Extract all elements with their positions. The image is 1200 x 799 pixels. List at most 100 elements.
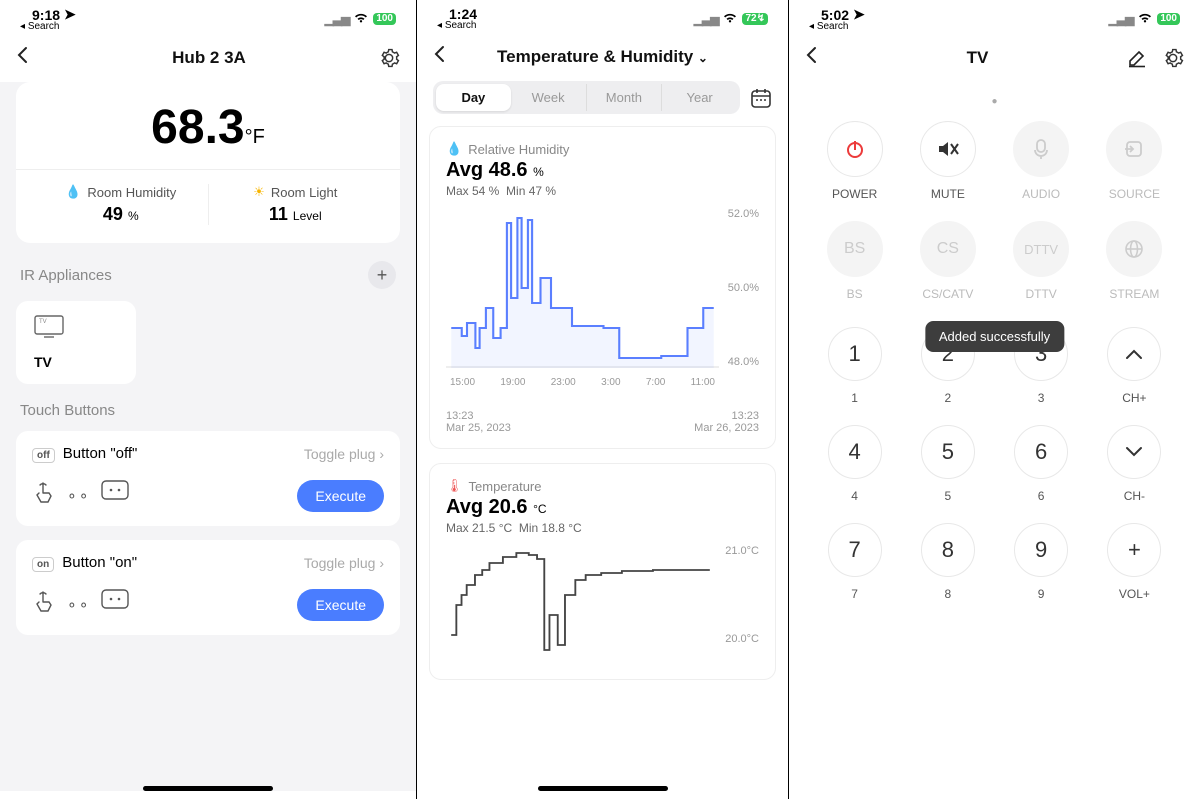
chevron-right-icon: › <box>379 446 384 462</box>
vol-up-button[interactable]: + <box>1107 523 1161 577</box>
seg-day[interactable]: Day <box>436 84 511 111</box>
sensor-card: 68.3°F 💧Room Humidity 49 % ☀Room Light 1… <box>16 82 400 243</box>
chevron-right-icon: › <box>379 555 384 571</box>
key-4-label: 4 <box>813 489 896 503</box>
y-tick: 21.0°C <box>725 545 759 557</box>
humidity-chart-card: 💧Relative Humidity Avg 48.6 % Max 54 % M… <box>429 126 776 449</box>
dttv-button: DTTV <box>1013 221 1069 277</box>
signal-icon: ▁▃▅ <box>694 12 719 26</box>
page-title: Hub 2 3A <box>40 48 378 68</box>
chart-from: 13:23Mar 25, 2023 <box>446 410 511 434</box>
key-2-label: 2 <box>906 391 989 405</box>
calendar-button[interactable] <box>750 87 772 109</box>
link-icon: ⚬⚬ <box>66 597 89 614</box>
key-5[interactable]: 5 <box>921 425 975 479</box>
humidity-chart[interactable]: 52.0% 50.0% 48.0% 15:00 19:00 23:00 3:00… <box>446 208 759 398</box>
toggle-plug-link[interactable]: Toggle plug › <box>304 446 384 462</box>
back-button[interactable] <box>805 46 829 70</box>
key-8-label: 8 <box>906 587 989 601</box>
y-tick: 52.0% <box>728 208 759 220</box>
tv-icon: TV <box>34 326 64 343</box>
back-search[interactable]: ◂ Search <box>20 21 60 32</box>
battery-icon: 100 <box>373 13 396 25</box>
back-search[interactable]: ◂ Search <box>437 20 477 31</box>
seg-week[interactable]: Week <box>511 84 587 111</box>
link-icon: ⚬⚬ <box>66 488 89 505</box>
droplet-icon: 💧 <box>65 184 81 200</box>
page-title: TV <box>829 48 1126 68</box>
temperature-chart[interactable]: 21.0°C 20.0°C <box>446 545 759 665</box>
bs-label: BS <box>813 287 896 301</box>
wifi-icon <box>1137 11 1153 27</box>
wifi-icon <box>353 11 369 27</box>
key-6[interactable]: 6 <box>1014 425 1068 479</box>
remote-row-1: POWER MUTE AUDIO SOURCE <box>813 121 1176 201</box>
settings-button[interactable] <box>1162 47 1184 69</box>
x-tick: 15:00 <box>450 377 475 388</box>
settings-button[interactable] <box>378 47 400 69</box>
humidity-tile: 💧Room Humidity 49 % <box>34 184 209 225</box>
touch-button-off-card: offButton "off" Toggle plug › ⚬⚬ Execute <box>16 431 400 526</box>
wifi-icon <box>722 11 738 27</box>
key-1[interactable]: 1 <box>828 327 882 381</box>
mute-label: MUTE <box>906 187 989 201</box>
tap-icon <box>32 589 54 621</box>
plug-icon <box>101 589 129 621</box>
key-7[interactable]: 7 <box>828 523 882 577</box>
toggle-plug-link-2[interactable]: Toggle plug › <box>304 555 384 571</box>
x-tick: 23:00 <box>551 377 576 388</box>
home-indicator[interactable] <box>538 786 668 791</box>
nav-bar: Temperature & Humidity ⌄ <box>417 31 788 81</box>
battery-icon: 100 <box>1157 13 1180 25</box>
temperature-value: 68.3°F <box>34 100 382 155</box>
signal-icon: ▁▃▅ <box>325 12 350 26</box>
status-bar: 9:18➤ ◂ Search ▁▃▅ 100 <box>0 0 416 32</box>
ir-section-label: IR Appliances <box>20 267 112 284</box>
tap-icon <box>32 480 54 512</box>
svg-text:TV: TV <box>39 319 47 325</box>
x-tick: 7:00 <box>646 377 665 388</box>
mute-button[interactable] <box>920 121 976 177</box>
audio-button <box>1013 121 1069 177</box>
key-3-label: 3 <box>1000 391 1083 405</box>
key-9[interactable]: 9 <box>1014 523 1068 577</box>
remote-row-2: BSBS CSCS/CATV DTTVDTTV STREAM <box>813 221 1176 301</box>
key-8[interactable]: 8 <box>921 523 975 577</box>
droplet-icon: 💧 <box>446 141 462 157</box>
numpad-row-3: 77 88 99 +VOL+ <box>813 523 1176 601</box>
add-appliance-button[interactable]: + <box>368 261 396 289</box>
signal-icon: ▁▃▅ <box>1109 12 1134 26</box>
execute-on-button[interactable]: Execute <box>297 589 384 621</box>
ch-down-button[interactable] <box>1107 425 1161 479</box>
page-title[interactable]: Temperature & Humidity ⌄ <box>457 47 748 67</box>
key-4[interactable]: 4 <box>828 425 882 479</box>
cs-button: CS <box>920 221 976 277</box>
temperature-chart-card: 🌡Temperature Avg 20.6 °C Max 21.5 °C Min… <box>429 463 776 680</box>
tv-tile[interactable]: TV TV <box>16 301 136 384</box>
location-icon: ➤ <box>853 6 865 23</box>
touch-section-label: Touch Buttons <box>20 402 115 419</box>
nav-bar: Hub 2 3A <box>0 32 416 82</box>
back-search[interactable]: ◂ Search <box>809 21 849 32</box>
key-1-label: 1 <box>813 391 896 405</box>
audio-label: AUDIO <box>1000 187 1083 201</box>
back-button[interactable] <box>433 45 457 69</box>
ch-up-label: CH+ <box>1093 391 1176 405</box>
execute-off-button[interactable]: Execute <box>297 480 384 512</box>
home-indicator[interactable] <box>143 786 273 791</box>
key-9-label: 9 <box>1000 587 1083 601</box>
back-button[interactable] <box>16 46 40 70</box>
time-range-segment[interactable]: Day Week Month Year <box>433 81 740 114</box>
nav-bar: TV <box>789 32 1200 82</box>
ch-up-button[interactable] <box>1107 327 1161 381</box>
y-tick: 50.0% <box>728 282 759 294</box>
plug-icon <box>101 480 129 512</box>
power-button[interactable] <box>827 121 883 177</box>
page-indicator: ● <box>813 96 1176 107</box>
edit-button[interactable] <box>1126 47 1148 69</box>
seg-month[interactable]: Month <box>587 84 663 111</box>
button-on-label: Button "on" <box>62 554 137 571</box>
seg-year[interactable]: Year <box>662 84 737 111</box>
toast-message: Added successfully <box>925 321 1064 352</box>
power-label: POWER <box>813 187 896 201</box>
